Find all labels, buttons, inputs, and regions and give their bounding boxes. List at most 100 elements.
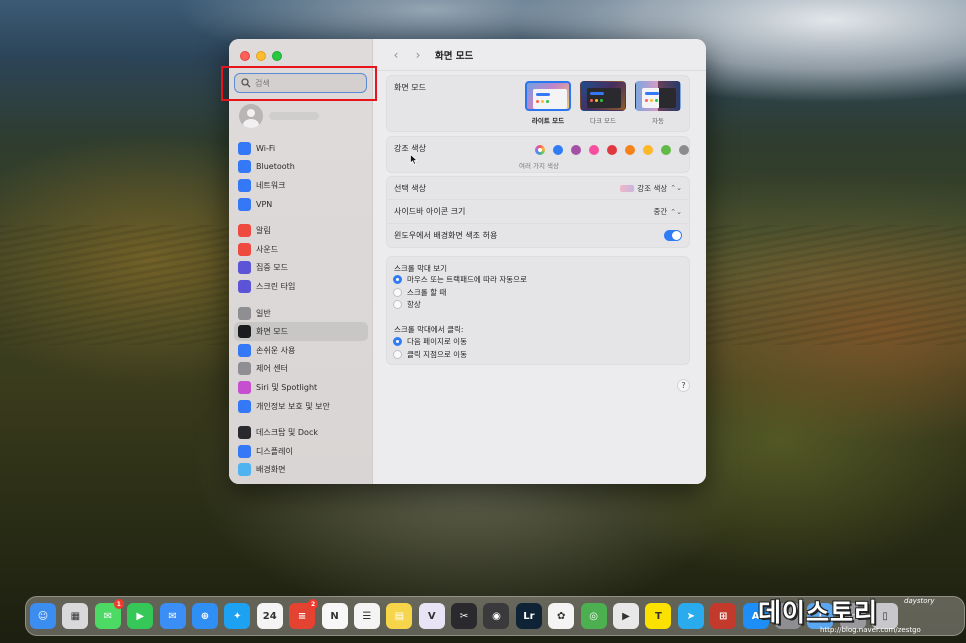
radio-button[interactable] xyxy=(393,349,402,359)
radio-option[interactable]: 다음 페이지로 이동 xyxy=(393,336,467,347)
control-center-icon xyxy=(238,362,251,376)
radio-button[interactable] xyxy=(393,287,402,297)
dock-app-snapseed[interactable]: ◎ xyxy=(580,603,607,629)
back-button[interactable]: ‹ xyxy=(385,48,407,62)
speaker-icon xyxy=(238,242,251,256)
sidebar-item-control-center[interactable]: 제어 센터 xyxy=(234,360,368,379)
sidebar-item-label: 디스플레이 xyxy=(256,446,293,456)
sidebar-item-globe[interactable]: 네트워크 xyxy=(234,176,368,195)
sidebar-item-bluetooth[interactable]: Bluetooth xyxy=(234,158,368,177)
dock-app-reminders[interactable]: ☰ xyxy=(353,603,380,629)
minimize-button[interactable] xyxy=(256,51,266,61)
sidebar-item-label: 일반 xyxy=(256,308,271,318)
dock-app-davinci[interactable]: ◉ xyxy=(483,603,510,629)
accent-swatch-0[interactable] xyxy=(535,145,545,155)
accent-swatch-1[interactable] xyxy=(553,145,563,155)
dock-app-calendar[interactable]: 24 xyxy=(256,603,283,629)
sidebar-item-accessibility[interactable]: 손쉬운 사용 xyxy=(234,341,368,360)
kakaotalk-icon: T xyxy=(655,610,662,622)
accent-swatch-6[interactable] xyxy=(643,145,653,155)
dock-app-messages[interactable]: ✉ 1 xyxy=(94,599,124,629)
appearance-group: 화면 모드 라이트 모드 다크 모드 자동 xyxy=(386,75,690,132)
sidebar-item-appearance[interactable]: 화면 모드 xyxy=(234,322,368,341)
accent-swatch-7[interactable] xyxy=(661,145,671,155)
profile-name-blurred xyxy=(269,112,319,120)
zoom-button[interactable] xyxy=(272,51,282,61)
radio-option[interactable]: 마우스 또는 트랙패드에 따라 자동으로 xyxy=(393,274,527,285)
dock-app-lightroom[interactable]: Lr xyxy=(515,603,542,629)
accent-group: 강조 색상 여러 가지 색상 xyxy=(386,136,690,173)
dock-app-safari[interactable]: ⊕ xyxy=(191,603,218,629)
bell-icon xyxy=(238,224,251,238)
close-button[interactable] xyxy=(240,51,250,61)
sidebar-item-vpn-globe[interactable]: VPN xyxy=(234,195,368,214)
safari-icon: ⊕ xyxy=(200,610,210,622)
dock-app-launchpad[interactable]: ▦ xyxy=(62,603,89,629)
accent-label: 강조 색상 xyxy=(394,144,426,153)
forward-button[interactable]: › xyxy=(407,48,429,62)
dock-app-play[interactable]: ▶ xyxy=(613,603,640,629)
accent-swatch-8[interactable] xyxy=(679,145,689,155)
notes-icon: ▤ xyxy=(394,610,405,622)
appearance-label: 화면 모드 xyxy=(394,83,426,92)
mouse-pointer-icon xyxy=(410,154,418,165)
twitter-icon: ✦ xyxy=(233,610,242,622)
accent-swatch-3[interactable] xyxy=(589,145,599,155)
sidebar-item-moon[interactable]: 집중 모드 xyxy=(234,259,368,278)
sidebar-icon-size-label: 사이드바 아이콘 크기 xyxy=(394,207,466,216)
dock-app-notes[interactable]: ▤ xyxy=(386,603,413,629)
accent-swatch-4[interactable] xyxy=(607,145,617,155)
dock-app-vivid[interactable]: V xyxy=(418,603,445,629)
dock-app-kakaotalk[interactable]: T xyxy=(645,603,672,629)
photos-icon: ✿ xyxy=(557,610,566,622)
sidebar-item-wifi[interactable]: Wi-Fi xyxy=(234,139,368,158)
display-icon xyxy=(238,444,251,458)
dock-app-telegram[interactable]: ➤ xyxy=(677,603,704,629)
sidebar-item-speaker[interactable]: 사운드 xyxy=(234,240,368,259)
sidebar-item-display[interactable]: 디스플레이 xyxy=(234,442,368,461)
appearance-thumbnail xyxy=(580,81,626,111)
radio-option[interactable]: 항상 xyxy=(393,299,421,310)
radio-button[interactable] xyxy=(393,275,402,284)
appearance-option-light[interactable]: 라이트 모드 xyxy=(525,81,571,125)
sidebar-item-dock[interactable]: 데스크탑 및 Dock xyxy=(234,423,368,442)
radio-button[interactable] xyxy=(393,300,402,309)
apple-id-profile[interactable] xyxy=(239,103,359,129)
sidebar-item-siri[interactable]: Siri 및 Spotlight xyxy=(234,378,368,397)
dock-app-twitter[interactable]: ✦ xyxy=(224,603,251,629)
reminders-icon: ☰ xyxy=(362,610,372,622)
dock-app-finder[interactable]: ☺ xyxy=(30,603,56,629)
highlight-annotation-box xyxy=(221,66,377,101)
highlight-color-label: 선택 색상 xyxy=(394,183,426,193)
help-button[interactable]: ? xyxy=(677,379,690,392)
accessibility-icon xyxy=(238,343,251,357)
dock-app-notion[interactable]: N xyxy=(321,603,348,629)
dock-app-photos[interactable]: ✿ xyxy=(548,603,575,629)
sidebar-item-hand[interactable]: 개인정보 보호 및 보안 xyxy=(234,397,368,416)
sidebar-item-wallpaper[interactable]: 배경화면 xyxy=(234,461,368,480)
radio-button[interactable] xyxy=(393,337,402,346)
radio-option[interactable]: 스크롤 할 때 xyxy=(393,287,446,298)
dock-app-todoist[interactable]: ≡ 2 xyxy=(289,599,319,629)
dock-app-windows[interactable]: ⊞ xyxy=(710,603,737,629)
sidebar-item-hourglass[interactable]: 스크린 타임 xyxy=(234,277,368,296)
appearance-option-label: 라이트 모드 xyxy=(531,117,565,125)
accent-swatch-5[interactable] xyxy=(625,145,635,155)
radio-option[interactable]: 클릭 지점으로 이동 xyxy=(393,349,467,360)
dock-app-mail[interactable]: ✉ xyxy=(159,603,186,629)
dock-app-final-cut[interactable]: ✂ xyxy=(451,603,478,629)
sidebar-item-bell[interactable]: 알림 xyxy=(234,221,368,240)
davinci-icon: ◉ xyxy=(492,610,501,622)
dock-app-facetime[interactable]: ▶ xyxy=(127,603,154,629)
highlight-swatch xyxy=(620,184,635,192)
appearance-option-auto[interactable]: 자동 xyxy=(635,81,681,125)
sidebar-item-gear[interactable]: 일반 xyxy=(234,304,368,323)
highlight-color-popup[interactable]: 강조 색상 ⌃⌄ xyxy=(620,183,682,194)
wallpaper-icon xyxy=(238,463,251,477)
sidebar-icon-size-popup[interactable]: 중간 ⌃⌄ xyxy=(653,206,682,217)
accent-swatch-2[interactable] xyxy=(571,145,581,155)
hourglass-icon xyxy=(238,279,251,293)
play-icon: ▶ xyxy=(622,610,630,622)
appearance-option-dark[interactable]: 다크 모드 xyxy=(580,81,626,125)
wallpaper-tinting-toggle[interactable] xyxy=(664,230,682,241)
